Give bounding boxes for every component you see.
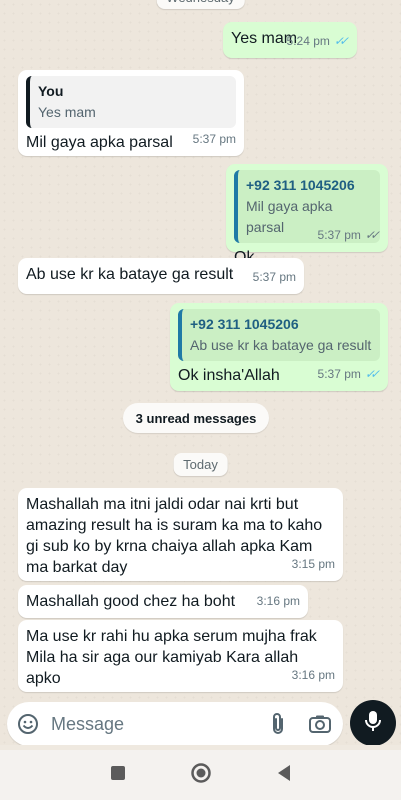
message-text: Ab use kr ka bataye ga result	[26, 266, 234, 283]
date-chip-wednesday: Wednesday	[156, 0, 245, 9]
message-meta: 5:37 pm	[193, 129, 236, 150]
double-check-icon: ✓✓	[364, 228, 380, 242]
quoted-message[interactable]: +92 311 1045206 Ab use kr ka bataye ga r…	[178, 309, 380, 361]
camera-icon[interactable]	[307, 711, 333, 737]
android-navigation-bar	[0, 750, 401, 800]
message-text: Mil gaya apka parsal	[26, 134, 173, 151]
message-time: 5:37 pm	[192, 132, 236, 146]
message-bubble-outgoing[interactable]: Yes mam 5:24 pm ✓✓	[223, 22, 357, 58]
date-chip-today: Today	[173, 453, 228, 476]
message-bubble-outgoing[interactable]: +92 311 1045206 Ab use kr ka bataye ga r…	[170, 303, 388, 391]
message-meta: 5:37 pm ✓✓	[317, 225, 381, 246]
message-time: 3:15 pm	[291, 557, 335, 571]
circle-icon[interactable]	[190, 762, 212, 789]
message-bubble-outgoing[interactable]: +92 311 1045206 Mil gaya apka parsal Ok …	[226, 164, 388, 266]
message-meta: 5:37 pm	[253, 267, 296, 288]
message-input[interactable]: Message	[51, 714, 265, 735]
message-meta: 3:15 pm	[292, 554, 335, 575]
message-meta: 3:16 pm	[257, 591, 300, 612]
message-bubble-incoming[interactable]: Mashallah good chez ha boht 3:16 pm	[18, 585, 308, 618]
message-meta: 5:37 pm ✓✓	[317, 364, 381, 385]
double-check-icon: ✓✓	[364, 367, 380, 381]
paperclip-icon[interactable]	[265, 711, 291, 737]
message-text: Mashallah ma itni jaldi odar nai krti bu…	[26, 496, 323, 576]
chat-background: Wednesday Yes mam 5:24 pm ✓✓ You Yes mam…	[0, 0, 401, 745]
message-meta: 5:24 pm ✓✓	[286, 31, 350, 52]
mic-button[interactable]	[350, 700, 396, 745]
quote-author: +92 311 1045206	[190, 316, 299, 332]
message-meta: 3:16 pm	[292, 665, 335, 686]
quote-text: Ab use kr ka bataye ga result	[190, 337, 372, 353]
message-bubble-incoming[interactable]: Ab use kr ka bataye ga result 5:37 pm	[18, 258, 304, 294]
double-check-icon: ✓✓	[333, 34, 349, 48]
message-text: Ok insha'Allah	[178, 367, 280, 384]
message-composer[interactable]: Message	[7, 702, 343, 745]
message-text: Ma use kr rahi hu apka serum mujha frak …	[26, 628, 317, 687]
message-time: 5:37 pm	[317, 228, 361, 242]
message-time: 5:37 pm	[317, 367, 361, 381]
message-time: 3:16 pm	[291, 668, 335, 682]
message-time: 5:37 pm	[252, 270, 296, 284]
quote-author: +92 311 1045206	[246, 177, 355, 193]
message-time: 5:24 pm	[286, 34, 330, 48]
quoted-message[interactable]: You Yes mam	[26, 76, 236, 128]
message-bubble-incoming[interactable]: You Yes mam Mil gaya apka parsal 5:37 pm	[18, 70, 244, 156]
mic-icon	[363, 709, 383, 738]
square-icon[interactable]	[110, 765, 126, 786]
message-time: 3:16 pm	[256, 594, 300, 608]
triangle-back-icon[interactable]	[276, 764, 292, 787]
unread-messages-banner: 3 unread messages	[123, 403, 269, 433]
emoji-icon[interactable]	[15, 711, 41, 737]
quote-text: Yes mam	[38, 104, 96, 120]
message-text: Mashallah good chez ha boht	[26, 593, 236, 610]
quote-author: You	[38, 83, 64, 99]
message-bubble-incoming[interactable]: Mashallah ma itni jaldi odar nai krti bu…	[18, 488, 343, 581]
message-bubble-incoming[interactable]: Ma use kr rahi hu apka serum mujha frak …	[18, 620, 343, 692]
